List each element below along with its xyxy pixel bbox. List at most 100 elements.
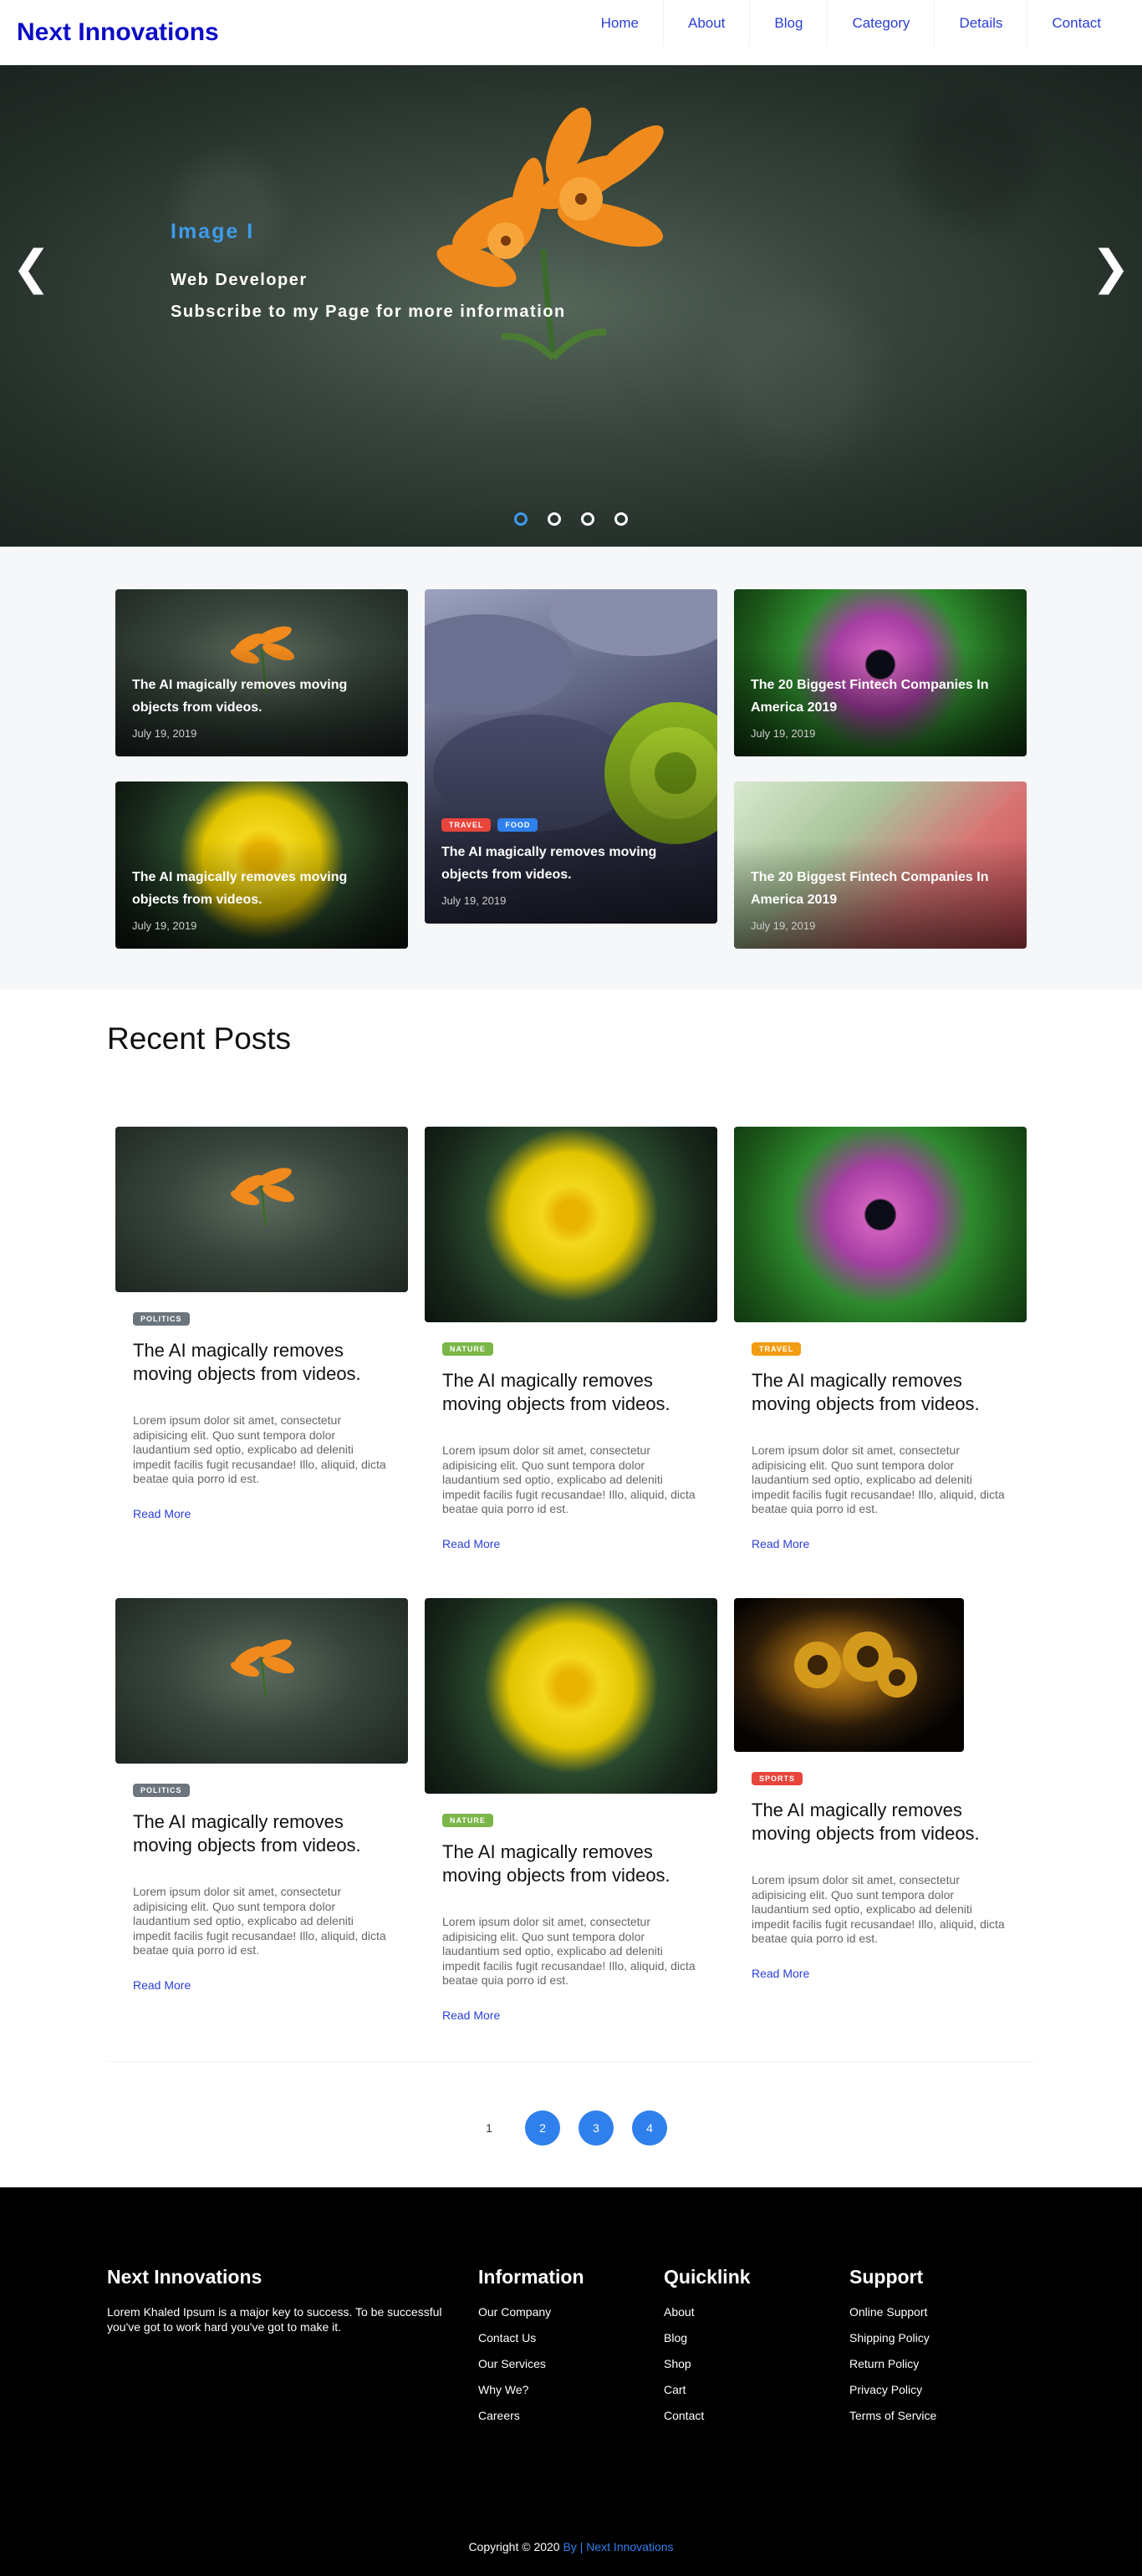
recent-posts-heading: Recent Posts: [107, 1021, 292, 1056]
post-excerpt: Lorem ipsum dolor sit amet, consectetur …: [442, 1915, 696, 1987]
featured-card[interactable]: TRAVEL FOOD The AI magically removes mov…: [425, 589, 717, 924]
footer-link[interactable]: Terms of Service: [849, 2409, 936, 2422]
footer-link[interactable]: Our Services: [478, 2357, 584, 2370]
footer-link[interactable]: Careers: [478, 2409, 584, 2422]
read-more-link[interactable]: Read More: [442, 2008, 500, 2022]
post-title[interactable]: The AI magically removes moving objects …: [442, 1369, 700, 1415]
footer-link[interactable]: About: [664, 2305, 751, 2319]
featured-title[interactable]: The AI magically removes moving objects …: [132, 675, 375, 719]
footer-about-text: Lorem Khaled Ipsum is a major key to suc…: [107, 2305, 442, 2334]
post-tag[interactable]: NATURE: [442, 1814, 493, 1827]
nav-contact[interactable]: Contact: [1027, 0, 1125, 47]
post-tag[interactable]: NATURE: [442, 1342, 493, 1356]
tag-food[interactable]: FOOD: [497, 818, 538, 832]
tag-travel[interactable]: TRAVEL: [441, 818, 492, 832]
post-title[interactable]: The AI magically removes moving objects …: [752, 1799, 1009, 1845]
post-title[interactable]: The AI magically removes moving objects …: [133, 1810, 390, 1856]
post-tag[interactable]: SPORTS: [752, 1772, 803, 1785]
nav-category[interactable]: Category: [827, 0, 934, 47]
post-tag[interactable]: TRAVEL: [752, 1342, 802, 1356]
nav-blog[interactable]: Blog: [749, 0, 827, 47]
post-card: POLITICS The AI magically removes moving…: [115, 1127, 408, 1522]
copyright-separator: |: [576, 2540, 587, 2553]
read-more-link[interactable]: Read More: [442, 1537, 500, 1550]
footer-heading: Support: [849, 2266, 924, 2288]
footer-link[interactable]: Why We?: [478, 2383, 584, 2396]
post-image[interactable]: [425, 1127, 717, 1322]
pagination: 1 2 3 4: [472, 2110, 667, 2146]
featured-date: July 19, 2019: [132, 919, 197, 932]
site-footer: Next Innovations Lorem Khaled Ipsum is a…: [0, 2187, 1142, 2576]
page-2[interactable]: 2: [525, 2110, 560, 2146]
carousel-indicators: [514, 512, 628, 526]
page-1[interactable]: 1: [472, 2110, 507, 2146]
carousel-next-icon[interactable]: ❯: [1091, 245, 1130, 292]
copyright-by: By: [563, 2540, 577, 2553]
post-title[interactable]: The AI magically removes moving objects …: [442, 1840, 700, 1886]
top-navbar: Next Innovations Home About Blog Categor…: [0, 0, 1142, 65]
post-body: NATURE The AI magically removes moving o…: [425, 1322, 717, 1552]
read-more-link[interactable]: Read More: [752, 1967, 809, 1980]
copyright-text: Copyright © 2020: [468, 2540, 560, 2553]
read-more-link[interactable]: Read More: [752, 1537, 809, 1550]
carousel-dot-2[interactable]: [548, 512, 561, 526]
featured-title[interactable]: The AI magically removes moving objects …: [441, 842, 684, 886]
post-image[interactable]: [115, 1598, 408, 1764]
featured-section: The AI magically removes moving objects …: [0, 547, 1142, 990]
post-image[interactable]: [425, 1598, 717, 1794]
post-excerpt: Lorem ipsum dolor sit amet, consectetur …: [442, 1443, 696, 1515]
footer-link[interactable]: Contact: [664, 2409, 751, 2422]
featured-title[interactable]: The 20 Biggest Fintech Companies In Amer…: [751, 867, 993, 911]
carousel-dot-4[interactable]: [614, 512, 628, 526]
hero-line-1: Web Developer: [171, 271, 308, 289]
hero-carousel: Image I Web Developer Subscribe to my Pa…: [0, 65, 1142, 547]
footer-link[interactable]: Our Company: [478, 2305, 584, 2319]
carousel-dot-3[interactable]: [581, 512, 594, 526]
footer-information: Information Our Company Contact Us Our S…: [478, 2266, 584, 2435]
post-tag[interactable]: POLITICS: [133, 1312, 190, 1326]
page-3[interactable]: 3: [579, 2110, 614, 2146]
footer-support: Support Online Support Shipping Policy R…: [849, 2266, 936, 2435]
brand-logo[interactable]: Next Innovations: [17, 18, 219, 47]
nav-details[interactable]: Details: [934, 0, 1027, 47]
featured-card[interactable]: The AI magically removes moving objects …: [115, 589, 408, 756]
footer-link[interactable]: Privacy Policy: [849, 2383, 936, 2396]
post-title[interactable]: The AI magically removes moving objects …: [752, 1369, 1009, 1415]
page-4[interactable]: 4: [632, 2110, 667, 2146]
copyright: Copyright © 2020 By | Next Innovations: [0, 2540, 1142, 2553]
orange-lily-image: [230, 1168, 294, 1226]
footer-link[interactable]: Contact Us: [478, 2331, 584, 2344]
featured-card[interactable]: The AI magically removes moving objects …: [115, 781, 408, 949]
footer-link[interactable]: Shipping Policy: [849, 2331, 936, 2344]
footer-link[interactable]: Shop: [664, 2357, 751, 2370]
post-card: NATURE The AI magically removes moving o…: [425, 1127, 717, 1552]
read-more-link[interactable]: Read More: [133, 1978, 191, 1992]
post-tag[interactable]: POLITICS: [133, 1784, 190, 1797]
orange-lily-image: [230, 1639, 294, 1698]
featured-card[interactable]: The 20 Biggest Fintech Companies In Amer…: [734, 781, 1027, 949]
post-image[interactable]: [734, 1127, 1027, 1322]
featured-title[interactable]: The AI magically removes moving objects …: [132, 867, 375, 911]
featured-card[interactable]: The 20 Biggest Fintech Companies In Amer…: [734, 589, 1027, 756]
nav-about[interactable]: About: [662, 0, 749, 47]
footer-link[interactable]: Blog: [664, 2331, 751, 2344]
hero-line-2: Subscribe to my Page for more informatio…: [171, 303, 566, 321]
read-more-link[interactable]: Read More: [133, 1507, 191, 1520]
copyright-brand-link[interactable]: Next Innovations: [586, 2540, 673, 2553]
post-title[interactable]: The AI magically removes moving objects …: [133, 1339, 390, 1385]
post-card: NATURE The AI magically removes moving o…: [425, 1598, 717, 2024]
featured-tags: TRAVEL FOOD: [441, 818, 538, 832]
featured-title[interactable]: The 20 Biggest Fintech Companies In Amer…: [751, 675, 993, 719]
footer-link[interactable]: Online Support: [849, 2305, 936, 2319]
carousel-prev-icon[interactable]: ❮: [12, 245, 51, 292]
featured-date: July 19, 2019: [751, 919, 816, 932]
post-image[interactable]: [115, 1127, 408, 1292]
nav-menu: Home About Blog Category Details Contact: [577, 0, 1125, 65]
nav-home[interactable]: Home: [577, 0, 663, 47]
post-image[interactable]: [734, 1598, 964, 1752]
footer-link[interactable]: Return Policy: [849, 2357, 936, 2370]
footer-link[interactable]: Cart: [664, 2383, 751, 2396]
footer-brand: Next Innovations: [107, 2266, 263, 2288]
post-body: POLITICS The AI magically removes moving…: [115, 1292, 408, 1522]
carousel-dot-1[interactable]: [514, 512, 528, 526]
